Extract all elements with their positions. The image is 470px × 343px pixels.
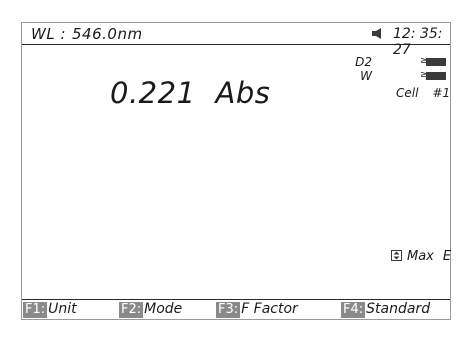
status-bar: WL : 546.0nm 12: 35: 27 (22, 23, 450, 58)
wavelength-label: WL : (31, 25, 67, 43)
f4-standard-button[interactable]: F4: Standard (341, 301, 430, 318)
lamp-indicator-icon (426, 72, 446, 80)
f2-key: F2: (119, 302, 144, 318)
f1-key: F1: (23, 302, 48, 318)
cell-label: Cell (396, 86, 419, 100)
lamp-w-label: W (360, 69, 372, 83)
absorbance-reading: 0.221 Abs (110, 76, 270, 110)
f2-label: Mode (144, 301, 183, 317)
function-key-bar: F1: Unit F2: Mode F3: F Factor F4: Standard (22, 299, 450, 319)
reading-unit: Abs (215, 76, 271, 110)
f2-mode-button[interactable]: F2: Mode (119, 301, 182, 318)
instrument-screen: WL :546.0nm 12: 35: 27 0.221 Abs D2 ≥ W ≥… (21, 22, 451, 320)
max-indicator: Max E (391, 249, 451, 264)
f3-factor-button[interactable]: F3: F Factor (216, 301, 298, 318)
f1-unit-button[interactable]: F1: Unit (23, 301, 77, 318)
clock: 12: 35: 27 (393, 26, 443, 58)
f3-label: F Factor (241, 301, 298, 317)
f4-label: Standard (366, 301, 431, 317)
cell-indicator: Cell #1 (396, 86, 450, 100)
f1-label: Unit (48, 301, 77, 317)
max-label: Max (407, 249, 434, 264)
speaker-icon (372, 28, 381, 39)
cell-number: #1 (432, 86, 451, 100)
lamp-d2-label: D2 (355, 55, 372, 69)
f3-key: F3: (216, 302, 241, 318)
wavelength-value: 546.0nm (72, 25, 143, 43)
reading-value: 0.221 (110, 76, 196, 110)
max-suffix: E (442, 249, 452, 264)
lamp-indicator-icon (426, 58, 446, 66)
updown-arrow-icon (391, 250, 402, 261)
wavelength-readout: WL : 546.0nm (31, 25, 143, 43)
f4-key: F4: (341, 302, 366, 318)
